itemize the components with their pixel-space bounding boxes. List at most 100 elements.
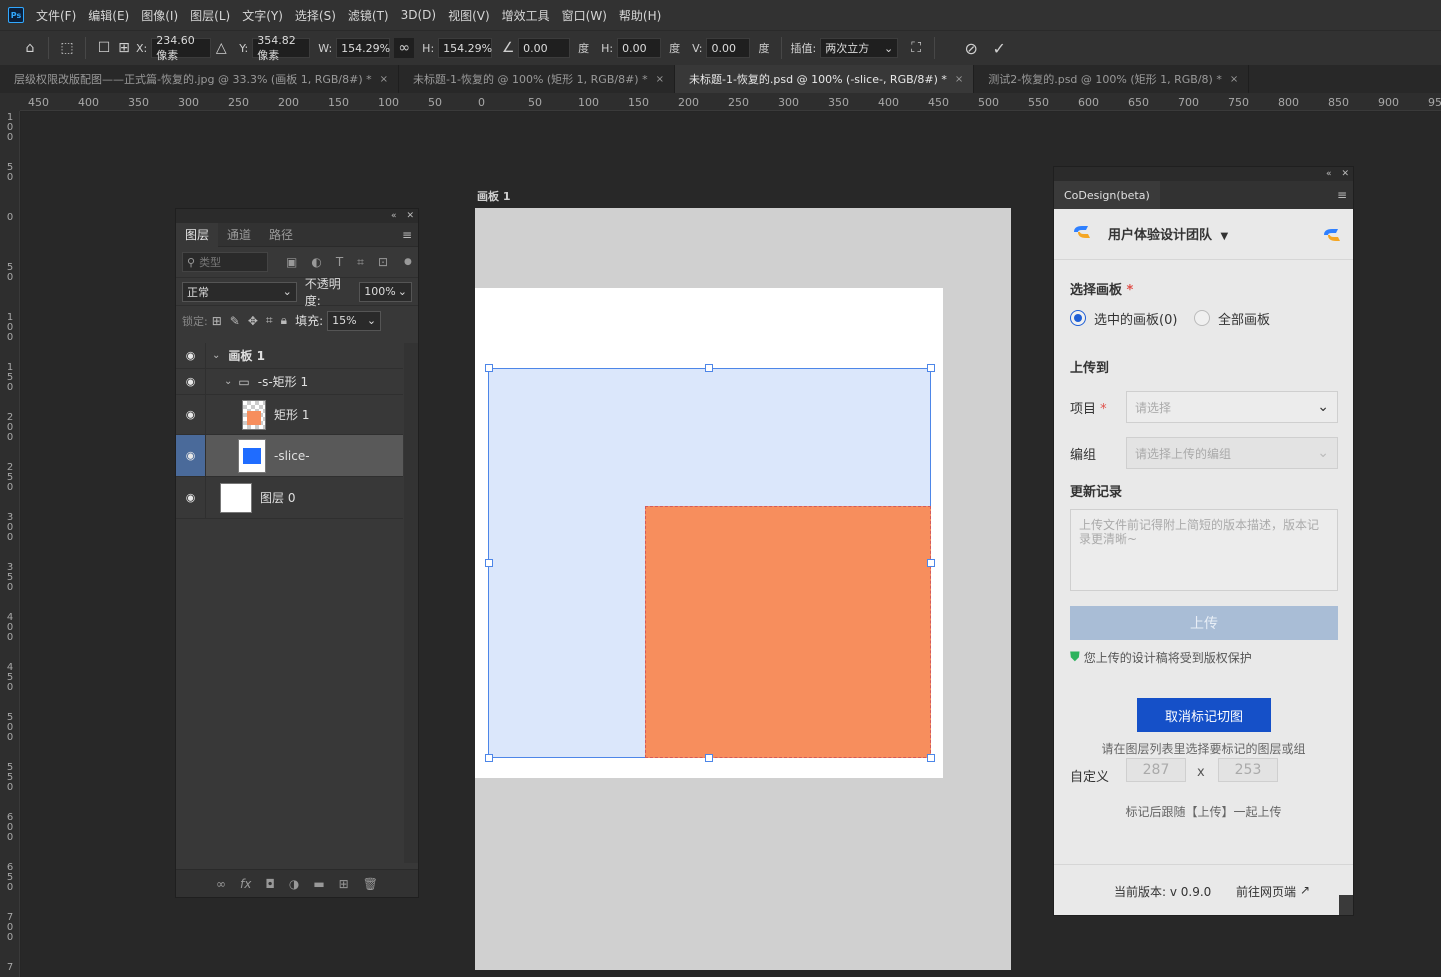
transform-handle[interactable]	[927, 754, 935, 762]
lock-position-icon[interactable]: ✥	[248, 314, 258, 328]
add-mask-icon[interactable]: ◘	[265, 877, 275, 891]
lock-artboard-icon[interactable]: ⌗	[266, 313, 273, 328]
layer-style-icon[interactable]: fx	[240, 877, 251, 891]
layer-slice-selected[interactable]: ◉ -slice-	[176, 435, 403, 477]
eye-icon[interactable]: ◉	[176, 395, 206, 434]
menu-3d[interactable]: 3D(D)	[401, 8, 436, 22]
collapse-icon[interactable]: «	[1326, 169, 1332, 179]
tab-layers[interactable]: 图层	[176, 222, 219, 247]
tab-channels[interactable]: 通道	[218, 223, 260, 247]
menu-type[interactable]: 文字(Y)	[242, 7, 283, 24]
chevron-down-icon[interactable]: ⌄	[224, 376, 232, 387]
radio-all-artboards[interactable]	[1194, 310, 1210, 326]
vskew-input[interactable]: 0.00	[706, 38, 751, 58]
lock-all-icon[interactable]: 🔒︎	[281, 313, 287, 328]
vertical-ruler[interactable]: 100 50 0 50 100 150 200 250 300 350 400 450 500 550 60…	[0, 111, 20, 977]
menu-plugins[interactable]: 增效工具	[502, 7, 550, 24]
home-icon[interactable]: ⌂	[20, 38, 40, 58]
menu-edit[interactable]: 编辑(E)	[88, 7, 129, 24]
layer-artboard[interactable]: ◉ ⌄ 画板 1	[176, 343, 403, 369]
transform-handle[interactable]	[927, 559, 935, 567]
custom-width-input[interactable]: 287	[1126, 758, 1186, 782]
menu-filter[interactable]: 滤镜(T)	[348, 7, 389, 24]
team-selector[interactable]: 用户体验设计团队 ▼	[1108, 224, 1228, 243]
chevron-down-icon[interactable]: ⌄	[212, 350, 220, 361]
upload-button[interactable]: 上传	[1070, 606, 1338, 640]
layer-rectangle[interactable]: ◉ 矩形 1	[176, 395, 403, 435]
opacity-input[interactable]: 100% ⌄	[359, 281, 412, 302]
resize-handle[interactable]	[1339, 895, 1353, 915]
custom-height-input[interactable]: 253	[1218, 758, 1278, 782]
menu-image[interactable]: 图像(I)	[141, 7, 178, 24]
x-input[interactable]: 234.60 像素	[151, 34, 212, 62]
transform-handle[interactable]	[485, 364, 493, 372]
link-icon[interactable]: ∞	[394, 38, 415, 58]
codesign-avatar-icon[interactable]	[1322, 227, 1342, 243]
tab-codesign[interactable]: CoDesign(beta)	[1054, 181, 1160, 209]
filter-smart-object-icon[interactable]: ⊡	[378, 255, 388, 269]
layer-filter-select[interactable]: ⚲ 类型	[182, 252, 268, 272]
filter-shape-icon[interactable]: ⌗	[357, 255, 364, 270]
interpolation-select[interactable]: 两次立方 ⌄	[820, 38, 899, 58]
transform-reference-icon[interactable]: ⬚	[57, 38, 77, 58]
transform-handle[interactable]	[705, 364, 713, 372]
menu-view[interactable]: 视图(V)	[448, 7, 490, 24]
artboard-label[interactable]: 画板 1	[477, 188, 510, 204]
reference-point-checkbox[interactable]: ☐	[94, 38, 114, 58]
delta-icon[interactable]: △	[211, 38, 231, 58]
blend-mode-select[interactable]: 正常 ⌄	[182, 281, 297, 302]
warp-mode-icon[interactable]: ⛶	[906, 38, 926, 58]
hskew-input[interactable]: 0.00	[617, 38, 662, 58]
tab-paths[interactable]: 路径	[260, 223, 302, 247]
eye-icon[interactable]: ◉	[176, 343, 206, 368]
eye-icon[interactable]: ◉	[176, 369, 206, 394]
horizontal-ruler[interactable]: 450 400 350 300 250 200 150 100 50 0 50 100 150 200 25…	[20, 93, 1441, 111]
radio-selected-artboard[interactable]	[1070, 310, 1086, 326]
h-input[interactable]: 154.29%	[438, 38, 493, 58]
panel-menu-icon[interactable]: ≡	[402, 228, 412, 242]
filter-type-icon[interactable]: T	[336, 255, 343, 269]
new-group-icon[interactable]: ▬	[313, 877, 324, 891]
close-icon[interactable]: ×	[380, 74, 388, 85]
link-layers-icon[interactable]: ∞	[216, 877, 226, 891]
new-layer-icon[interactable]: ⊞	[339, 877, 349, 891]
menu-layer[interactable]: 图层(L)	[190, 7, 230, 24]
fill-input[interactable]: 15% ⌄	[327, 310, 382, 331]
web-link[interactable]: 前往网页端 ↗	[1236, 883, 1310, 900]
collapse-icon[interactable]: «	[391, 211, 397, 221]
cancel-transform-icon[interactable]: ⊘	[961, 38, 981, 58]
changelog-textarea[interactable]: 上传文件前记得附上简短的版本描述，版本记录更清晰~	[1070, 509, 1338, 591]
lock-image-icon[interactable]: ✎	[230, 314, 240, 328]
reference-grid-icon[interactable]: ⊞	[114, 38, 134, 58]
menu-window[interactable]: 窗口(W)	[562, 7, 607, 24]
close-icon[interactable]: ×	[656, 74, 664, 85]
w-input[interactable]: 154.29%	[336, 38, 391, 58]
doc-tab-1[interactable]: 层级权限改版配图——正式篇-恢复的.jpg @ 33.3% (画板 1, RGB…	[0, 65, 400, 93]
doc-tab-2[interactable]: 未标题-1-恢复的 @ 100% (矩形 1, RGB/8#) * ×	[399, 65, 675, 93]
lock-transparent-icon[interactable]: ⊞	[212, 314, 222, 328]
close-icon[interactable]: ×	[1230, 74, 1238, 85]
menu-file[interactable]: 文件(F)	[36, 7, 76, 24]
menu-select[interactable]: 选择(S)	[295, 7, 336, 24]
ruler-corner[interactable]	[0, 93, 20, 111]
group-select[interactable]: 请选择上传的编组 ⌄	[1126, 437, 1338, 469]
delete-layer-icon[interactable]: 🗑︎	[363, 877, 378, 891]
adjustment-layer-icon[interactable]: ◑	[289, 877, 299, 891]
layer-group[interactable]: ◉ ⌄ ▭ -s-矩形 1	[176, 369, 403, 395]
doc-tab-4[interactable]: 测试2-恢复的.psd @ 100% (矩形 1, RGB/8) * ×	[974, 65, 1250, 93]
panel-menu-icon[interactable]: ≡	[1337, 188, 1347, 202]
unmark-slice-button[interactable]: 取消标记切图	[1137, 698, 1271, 732]
project-select[interactable]: 请选择 ⌄	[1126, 391, 1338, 423]
transform-handle[interactable]	[705, 754, 713, 762]
eye-icon[interactable]: ◉	[176, 435, 206, 476]
filter-adjustment-icon[interactable]: ◐	[311, 255, 321, 269]
layer-background[interactable]: ◉ 图层 0	[176, 477, 403, 519]
commit-transform-icon[interactable]: ✓	[989, 38, 1009, 58]
scrollbar[interactable]	[404, 343, 418, 863]
menu-help[interactable]: 帮助(H)	[619, 7, 661, 24]
transform-handle[interactable]	[485, 754, 493, 762]
transform-handle[interactable]	[485, 559, 493, 567]
close-icon[interactable]: ✕	[1341, 169, 1349, 179]
filter-toggle-icon[interactable]: ●	[404, 257, 412, 267]
doc-tab-3-active[interactable]: 未标题-1-恢复的.psd @ 100% (-slice-, RGB/8#) *…	[674, 65, 975, 93]
